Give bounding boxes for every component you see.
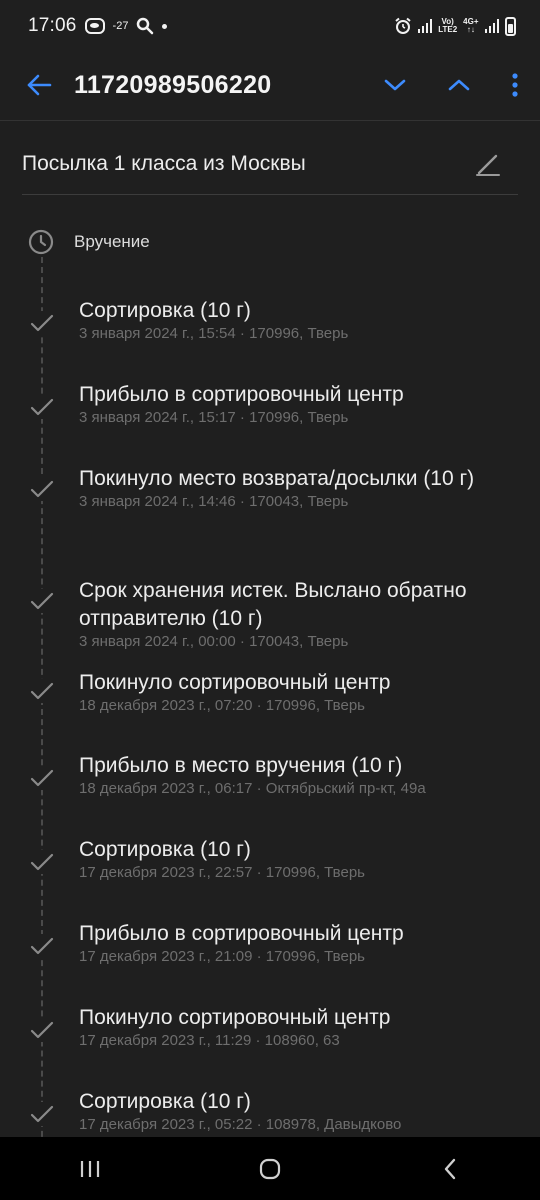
notification-app-icon: [84, 18, 105, 34]
battery-icon: [505, 16, 516, 36]
event-detail: 17 декабря 2023 г., 21:09 · 170996, Твер…: [79, 948, 365, 965]
status-temperature: -27: [112, 20, 129, 32]
home-icon: [259, 1158, 281, 1179]
event-title: Сортировка (10 г): [79, 299, 251, 322]
chevron-down-icon: [384, 79, 406, 91]
event-detail: 17 декабря 2023 г., 22:57 · 170996, Твер…: [79, 864, 365, 881]
notification-dot-icon: [162, 23, 168, 29]
alarm-icon: [395, 17, 411, 34]
volte-indicator: Vo) LTE2: [438, 17, 458, 34]
event-detail: 17 декабря 2023 г., 11:29 · 108960, 63: [79, 1032, 340, 1049]
edit-name-button[interactable]: [470, 146, 506, 182]
parcel-name: Посылка 1 класса из Москвы: [22, 152, 306, 175]
status-bar: 17:06 -27 Vo) LTE2 4G+ ↑↓: [0, 0, 540, 52]
parcel-name-row: Посылка 1 класса из Москвы: [22, 134, 520, 194]
tracking-number-title: 11720989506220: [74, 70, 272, 99]
check-icon: [29, 934, 55, 958]
check-icon: [29, 766, 55, 790]
tracking-timeline: Вручение Сортировка (10 г) 3 января 2024 …: [0, 195, 540, 1137]
next-item-button[interactable]: [372, 62, 418, 108]
recent-apps-icon: [80, 1160, 100, 1177]
more-options-button[interactable]: [500, 62, 530, 108]
event-detail: 3 января 2024 г., 15:17 · 170996, Тверь: [79, 409, 349, 426]
next-step-label: Вручение: [74, 232, 150, 251]
status-time: 17:06: [28, 15, 77, 36]
arrow-left-icon: [27, 74, 52, 96]
previous-item-button[interactable]: [436, 62, 482, 108]
check-icon: [29, 395, 55, 419]
check-icon: [29, 1102, 55, 1126]
event-detail: 17 декабря 2023 г., 05:22 · 108978, Давы…: [79, 1116, 402, 1133]
event-title: Сортировка (10 г): [79, 1090, 251, 1113]
appbar-divider: [0, 120, 540, 121]
check-icon: [29, 679, 55, 703]
check-icon: [29, 850, 55, 874]
event-title: Покинуло сортировочный центр: [79, 671, 391, 694]
event-detail: 3 января 2024 г., 14:46 · 170043, Тверь: [79, 493, 349, 510]
event-title: Прибыло в место вручения (10 г): [79, 754, 403, 777]
check-icon: [29, 1018, 55, 1042]
event-title: Срок хранения истек. Выслано обратно отп…: [79, 579, 467, 630]
next-step-row: Вручение: [28, 229, 150, 255]
system-nav-bar: [0, 1137, 540, 1200]
event-title: Прибыло в сортировочный центр: [79, 383, 404, 406]
more-vertical-icon: [512, 73, 518, 97]
event-detail: 18 декабря 2023 г., 06:17 · Октябрьский …: [79, 780, 426, 797]
event-detail: 3 января 2024 г., 15:54 · 170996, Тверь: [79, 325, 349, 342]
chevron-up-icon: [448, 79, 470, 91]
home-button[interactable]: [230, 1144, 310, 1194]
event-title: Покинуло сортировочный центр: [79, 1006, 391, 1029]
event-title: Покинуло место возврата/досылки (10 г): [79, 467, 475, 490]
event-title: Прибыло в сортировочный центр: [79, 922, 404, 945]
pencil-icon: [476, 154, 500, 176]
event-title: Сортировка (10 г): [79, 838, 251, 861]
check-icon: [29, 477, 55, 501]
signal-icon: [417, 19, 433, 33]
search-icon: [137, 17, 154, 35]
clock-icon: [28, 229, 54, 255]
back-button[interactable]: [22, 68, 56, 102]
back-chevron-icon: [444, 1158, 456, 1179]
event-detail: 3 января 2024 г., 00:00 · 170043, Тверь: [79, 633, 349, 650]
app-bar: 11720989506220: [0, 52, 540, 118]
signal-2-icon: [484, 19, 499, 33]
recent-apps-button[interactable]: [50, 1144, 130, 1194]
check-icon: [29, 589, 55, 613]
check-icon: [29, 311, 55, 335]
network-4g-indicator: 4G+ ↑↓: [463, 17, 479, 34]
system-back-button[interactable]: [410, 1144, 490, 1194]
event-detail: 18 декабря 2023 г., 07:20 · 170996, Твер…: [79, 697, 365, 714]
